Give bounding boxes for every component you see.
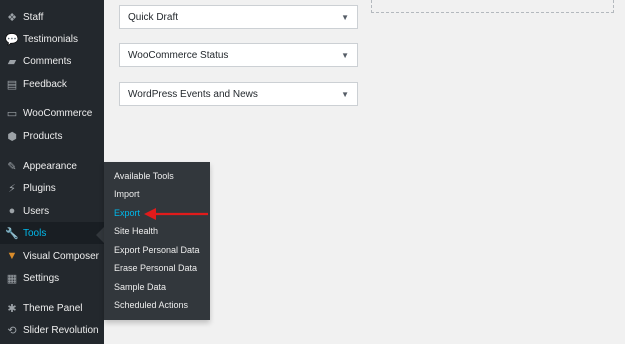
submenu-item-export[interactable]: Export	[114, 208, 140, 218]
testimonials-icon: 💬	[5, 33, 19, 46]
appearance-icon: ✎	[7, 160, 17, 173]
submenu-item-scheduled-actions[interactable]: Scheduled Actions	[114, 300, 188, 310]
woocommerce-icon: ▭	[6, 107, 18, 120]
panel-title: Quick Draft	[128, 11, 179, 23]
sidebar-item-label: Staff	[23, 11, 44, 23]
submenu-item-sample-data[interactable]: Sample Data	[114, 282, 166, 292]
feedback-icon: ▤	[6, 78, 18, 91]
woocommerce-status-panel[interactable]: WooCommerce Status ▼	[119, 43, 358, 67]
submenu-item-available-tools[interactable]: Available Tools	[114, 171, 174, 181]
sidebar-item-label: Settings	[23, 272, 60, 284]
sidebar-item-label: Slider Revolution	[23, 324, 99, 336]
chevron-down-icon[interactable]: ▼	[341, 51, 349, 60]
sidebar-item-label: Visual Composer	[23, 250, 99, 262]
slider-revolution-icon: ⟲	[7, 324, 17, 337]
admin-sidebar: ❖ Staff 💬 Testimonials ▰ Comments ▤ Feed…	[0, 0, 104, 344]
sidebar-item-theme-panel[interactable]: ✱ Theme Panel	[0, 297, 104, 319]
submenu-item-erase-personal-data[interactable]: Erase Personal Data	[114, 263, 197, 273]
sidebar-item-settings[interactable]: ▦ Settings	[0, 267, 104, 289]
submenu-item-site-health[interactable]: Site Health	[114, 226, 158, 236]
sidebar-item-products[interactable]: ⬢ Products	[0, 125, 104, 147]
visual-composer-icon: ▼	[6, 250, 18, 262]
sidebar-item-staff[interactable]: ❖ Staff	[0, 6, 104, 28]
sidebar-item-label: Users	[23, 205, 50, 217]
tools-icon: 🔧	[5, 227, 19, 240]
theme-panel-icon: ✱	[7, 302, 17, 315]
chevron-down-icon[interactable]: ▼	[341, 90, 349, 99]
settings-icon: ▦	[6, 272, 18, 285]
quick-draft-panel[interactable]: Quick Draft ▼	[119, 5, 358, 29]
sidebar-item-label: Comments	[23, 55, 72, 67]
sidebar-item-label: Plugins	[23, 182, 56, 194]
drop-zone-placeholder	[371, 0, 614, 13]
sidebar-item-label: Products	[23, 130, 63, 142]
sidebar-item-label: WooCommerce	[23, 107, 93, 119]
submenu-item-import[interactable]: Import	[114, 189, 140, 199]
sidebar-item-label: Appearance	[23, 160, 77, 172]
panel-title: WordPress Events and News	[128, 88, 258, 100]
sidebar-item-label: Feedback	[23, 78, 67, 90]
sidebar-item-label: Theme Panel	[23, 302, 83, 314]
sidebar-item-users[interactable]: ● Users	[0, 200, 104, 222]
tools-submenu: Available Tools Import Export Site Healt…	[104, 162, 210, 320]
sidebar-item-slider-revolution[interactable]: ⟲ Slider Revolution	[0, 319, 104, 341]
sidebar-item-feedback[interactable]: ▤ Feedback	[0, 73, 104, 95]
sidebar-item-plugins[interactable]: ⚡ Plugins	[0, 177, 104, 199]
chevron-down-icon[interactable]: ▼	[341, 13, 349, 22]
panel-title: WooCommerce Status	[128, 49, 229, 61]
users-icon: ●	[8, 205, 16, 217]
sidebar-item-appearance[interactable]: ✎ Appearance	[0, 155, 104, 177]
sidebar-item-woocommerce[interactable]: ▭ WooCommerce	[0, 102, 104, 124]
sidebar-item-comments[interactable]: ▰ Comments	[0, 50, 104, 72]
submenu-item-export-personal-data[interactable]: Export Personal Data	[114, 245, 200, 255]
sidebar-item-label: Testimonials	[23, 33, 79, 45]
annotation-arrow-icon	[144, 208, 208, 220]
sidebar-item-label: Tools	[23, 227, 47, 239]
products-icon: ⬢	[7, 130, 17, 143]
sidebar-item-testimonials[interactable]: 💬 Testimonials	[0, 28, 104, 50]
comments-icon: ▰	[7, 55, 17, 68]
sidebar-item-visual-composer[interactable]: ▼ Visual Composer	[0, 245, 104, 267]
wordpress-events-panel[interactable]: WordPress Events and News ▼	[119, 82, 358, 106]
staff-icon: ❖	[7, 11, 17, 24]
plugins-icon: ⚡	[8, 182, 16, 195]
flyout-pointer	[96, 227, 104, 243]
sidebar-item-tools[interactable]: 🔧 Tools	[0, 222, 104, 244]
